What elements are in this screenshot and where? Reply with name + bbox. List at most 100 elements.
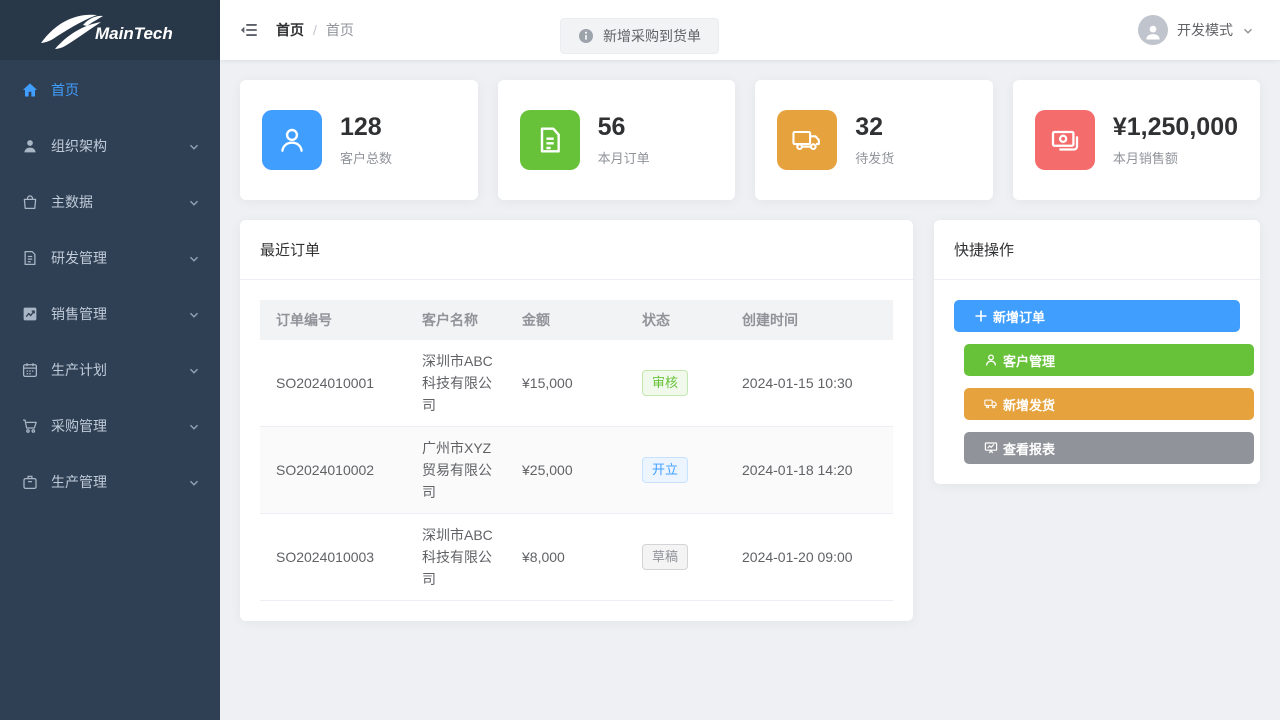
breadcrumb-root[interactable]: 首页 bbox=[276, 20, 304, 40]
fold-icon bbox=[239, 20, 259, 40]
quick-actions-title: 快捷操作 bbox=[934, 220, 1260, 280]
cell-amount: ¥15,000 bbox=[510, 340, 630, 427]
user-menu[interactable]: 开发模式 bbox=[1138, 15, 1264, 45]
breadcrumb-current: 首页 bbox=[326, 20, 354, 40]
customer-management-button[interactable]: 客户管理 bbox=[964, 344, 1254, 376]
document-icon bbox=[20, 248, 40, 268]
document-icon bbox=[520, 110, 580, 170]
column-header-order-no: 订单编号 bbox=[260, 300, 410, 340]
truck-icon bbox=[983, 397, 998, 412]
cart-icon bbox=[20, 416, 40, 436]
stat-value: 32 bbox=[855, 113, 894, 142]
stat-label: 本月销售额 bbox=[1113, 148, 1238, 167]
topbar: 首页 / 首页 新增采购到货单 开发模式 bbox=[220, 0, 1280, 60]
chevron-down-icon bbox=[188, 476, 200, 488]
quick-action-label: 新增订单 bbox=[993, 307, 1045, 326]
sidebar-collapse-button[interactable] bbox=[236, 17, 262, 43]
stat-value: ¥1,250,000 bbox=[1113, 113, 1238, 142]
sidebar-item-organization[interactable]: 组织架构 bbox=[0, 118, 220, 174]
quick-action-label: 新增发货 bbox=[1003, 395, 1055, 414]
stat-value: 128 bbox=[340, 113, 392, 142]
avatar bbox=[1138, 15, 1168, 45]
app-root: MainTech 首页 组织架构 主数据 bbox=[0, 0, 1280, 720]
table-row: SO2024010002 广州市XYZ贸易有限公司 ¥25,000 开立 202… bbox=[260, 427, 893, 514]
stat-value: 56 bbox=[598, 113, 650, 142]
status-badge: 草稿 bbox=[642, 544, 688, 570]
cell-amount: ¥25,000 bbox=[510, 427, 630, 514]
view-reports-button[interactable]: 查看报表 bbox=[964, 432, 1254, 464]
stat-label: 客户总数 bbox=[340, 148, 392, 167]
stats-row: 128 客户总数 56 本月订单 bbox=[240, 80, 1260, 200]
new-order-button[interactable]: 新增订单 bbox=[954, 300, 1240, 332]
sidebar-item-label: 采购管理 bbox=[51, 416, 188, 436]
status-badge: 审核 bbox=[642, 370, 688, 396]
main-area: 首页 / 首页 新增采购到货单 开发模式 bbox=[220, 0, 1280, 720]
breadcrumb-separator: / bbox=[313, 22, 317, 38]
chevron-down-icon bbox=[188, 196, 200, 208]
chevron-down-icon bbox=[188, 140, 200, 152]
money-icon bbox=[1035, 110, 1095, 170]
info-icon bbox=[578, 28, 594, 44]
sidebar-item-rd-management[interactable]: 研发管理 bbox=[0, 230, 220, 286]
new-shipment-button[interactable]: 新增发货 bbox=[964, 388, 1254, 420]
sidebar-item-home[interactable]: 首页 bbox=[0, 62, 220, 118]
chevron-down-icon bbox=[1242, 24, 1254, 36]
sidebar-item-master-data[interactable]: 主数据 bbox=[0, 174, 220, 230]
cell-customer: 深圳市ABC科技有限公司 bbox=[410, 340, 510, 427]
stat-label: 本月订单 bbox=[598, 148, 650, 167]
sidebar-item-purchase-management[interactable]: 采购管理 bbox=[0, 398, 220, 454]
user-name: 开发模式 bbox=[1177, 20, 1233, 40]
sidebar-item-label: 主数据 bbox=[51, 192, 188, 212]
home-icon bbox=[20, 80, 40, 100]
panels-row: 最近订单 订单编号 客户名称 金额 状态 创建时间 bbox=[240, 220, 1260, 621]
cell-created: 2024-01-20 09:00 bbox=[730, 514, 893, 601]
sidebar-item-label: 组织架构 bbox=[51, 136, 188, 156]
column-header-created: 创建时间 bbox=[730, 300, 893, 340]
cell-amount: ¥8,000 bbox=[510, 514, 630, 601]
cell-created: 2024-01-15 10:30 bbox=[730, 340, 893, 427]
brand-swoosh-icon: MainTech bbox=[31, 9, 189, 51]
cell-status: 草稿 bbox=[630, 514, 730, 601]
sidebar-item-sales-management[interactable]: 销售管理 bbox=[0, 286, 220, 342]
cell-order-no: SO2024010001 bbox=[260, 340, 410, 427]
chevron-down-icon bbox=[188, 364, 200, 376]
sidebar-menu: 首页 组织架构 主数据 研发管理 bbox=[0, 60, 220, 510]
table-row: SO2024010003 深圳市ABC科技有限公司 ¥8,000 草稿 2024… bbox=[260, 514, 893, 601]
brand-name: MainTech bbox=[95, 24, 173, 43]
cell-created: 2024-01-18 14:20 bbox=[730, 427, 893, 514]
report-icon bbox=[983, 441, 998, 456]
sidebar-item-label: 研发管理 bbox=[51, 248, 188, 268]
chart-icon bbox=[20, 304, 40, 324]
person-icon bbox=[1143, 22, 1163, 42]
orders-table: 订单编号 客户名称 金额 状态 创建时间 SO2024010001 bbox=[260, 300, 893, 601]
sidebar-item-label: 销售管理 bbox=[51, 304, 188, 324]
breadcrumb: 首页 / 首页 bbox=[276, 20, 354, 40]
plus-icon bbox=[973, 309, 988, 324]
truck-icon bbox=[777, 110, 837, 170]
stat-card-monthly-sales: ¥1,250,000 本月销售额 bbox=[1013, 80, 1260, 200]
add-purchase-arrival-button[interactable]: 新增采购到货单 bbox=[560, 18, 719, 54]
sidebar-item-production-management[interactable]: 生产管理 bbox=[0, 454, 220, 510]
cell-status: 审核 bbox=[630, 340, 730, 427]
recent-orders-title: 最近订单 bbox=[240, 220, 913, 280]
cell-order-no: SO2024010002 bbox=[260, 427, 410, 514]
user-icon bbox=[20, 136, 40, 156]
status-badge: 开立 bbox=[642, 457, 688, 483]
brand-logo: MainTech bbox=[0, 0, 220, 60]
sidebar-item-production-plan[interactable]: 生产计划 bbox=[0, 342, 220, 398]
chevron-down-icon bbox=[188, 420, 200, 432]
sidebar: MainTech 首页 组织架构 主数据 bbox=[0, 0, 220, 720]
bag-icon bbox=[20, 192, 40, 212]
sidebar-item-label: 首页 bbox=[51, 80, 200, 100]
content: 128 客户总数 56 本月订单 bbox=[220, 60, 1280, 720]
quick-actions-card: 快捷操作 新增订单 客户管理 新增发货 bbox=[934, 220, 1260, 484]
stat-label: 待发货 bbox=[855, 148, 894, 167]
recent-orders-card: 最近订单 订单编号 客户名称 金额 状态 创建时间 bbox=[240, 220, 913, 621]
sidebar-item-label: 生产管理 bbox=[51, 472, 188, 492]
stat-card-customers: 128 客户总数 bbox=[240, 80, 478, 200]
user-icon bbox=[262, 110, 322, 170]
cell-customer: 广州市XYZ贸易有限公司 bbox=[410, 427, 510, 514]
stat-card-monthly-orders: 56 本月订单 bbox=[498, 80, 736, 200]
sidebar-item-label: 生产计划 bbox=[51, 360, 188, 380]
calendar-icon bbox=[20, 360, 40, 380]
